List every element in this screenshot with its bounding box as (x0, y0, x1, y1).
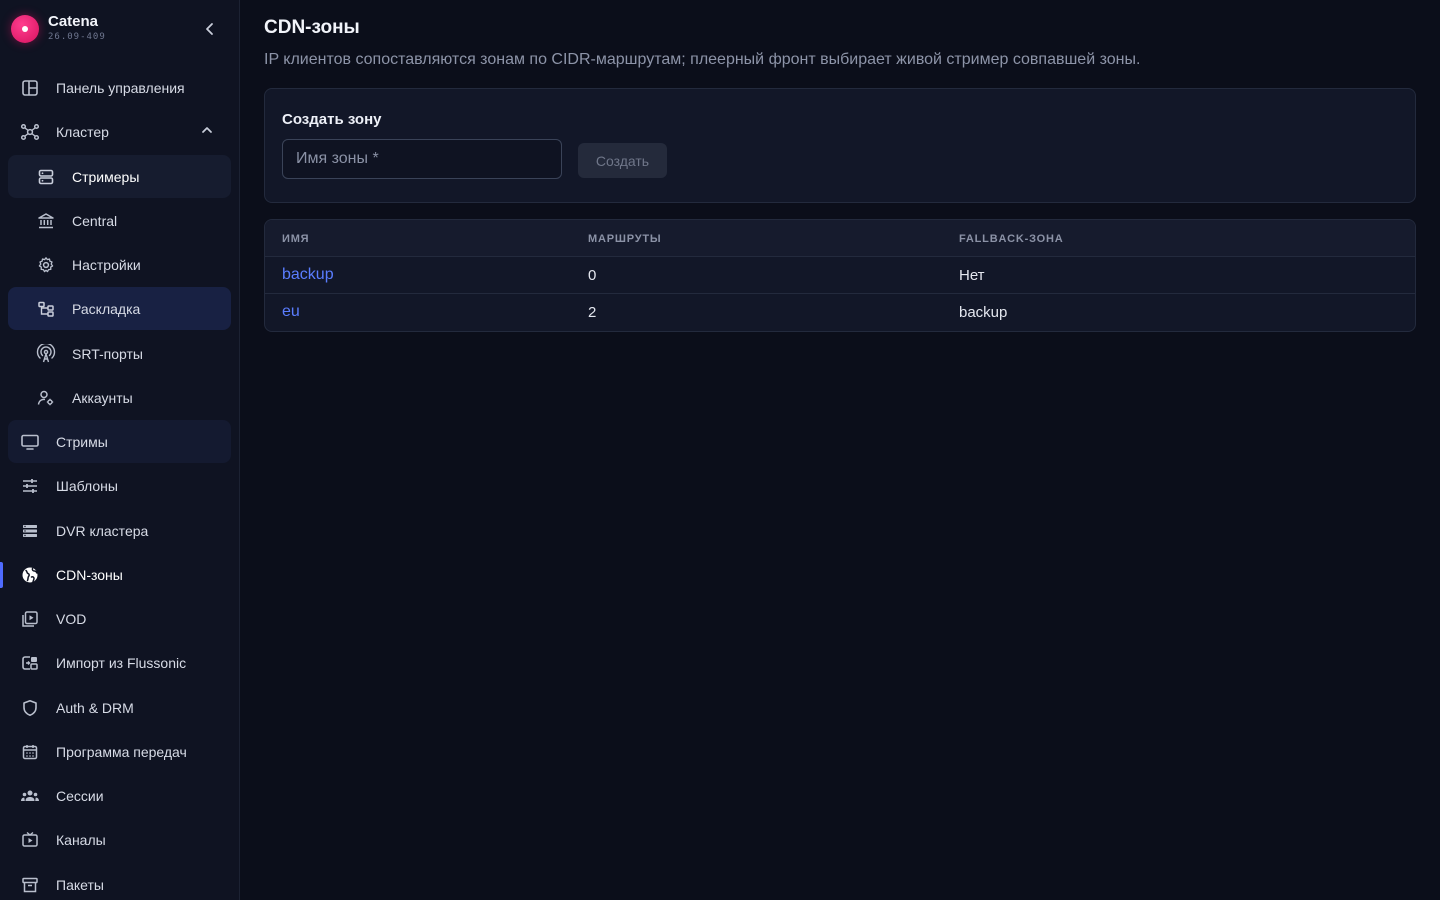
zone-routes-count: 0 (588, 267, 597, 284)
globe-icon (20, 565, 40, 585)
catena-logo-icon (11, 15, 39, 43)
sidebar-item-label: Программа передач (56, 743, 187, 760)
chevron-left-icon (206, 23, 213, 35)
chevron-up-icon (200, 123, 214, 137)
create-zone-title: Создать зону (282, 111, 382, 128)
sidebar-item-label: Стримеры (72, 168, 140, 185)
bank-icon (36, 211, 56, 231)
sidebar-item-sessions[interactable]: Сессии (8, 774, 231, 817)
hierarchy-icon (36, 299, 56, 319)
sidebar-item-label: DVR кластера (56, 522, 149, 539)
sidebar-item-packages[interactable]: Пакеты (8, 863, 231, 900)
sidebar-item-label: Аккаунты (72, 389, 133, 406)
zone-name-input[interactable] (282, 139, 562, 179)
sidebar-item-cluster[interactable]: Кластер (8, 110, 231, 153)
tv-play-icon (20, 830, 40, 850)
sidebar-item-label: SRT-порты (72, 345, 143, 362)
sidebar-item-cdn-zones[interactable]: CDN-зоны (8, 553, 231, 596)
sidebar-item-accounts[interactable]: Аккаунты (8, 376, 231, 419)
sidebar-item-channels[interactable]: Каналы (8, 818, 231, 861)
sidebar-item-central[interactable]: Central (8, 199, 231, 242)
sidebar-item-srt-ports[interactable]: SRT-порты (8, 332, 231, 375)
antenna-icon (36, 344, 56, 364)
sidebar-item-settings[interactable]: Настройки (8, 243, 231, 286)
sidebar-item-streams[interactable]: Стримы (8, 420, 231, 463)
zone-fallback: backup (959, 304, 1008, 321)
sidebar-item-label: VOD (56, 610, 87, 627)
sidebar-item-label: Кластер (56, 123, 109, 140)
brand: Catena 26.09-409 (0, 0, 239, 58)
sidebar-item-label: Раскладка (72, 300, 141, 317)
sidebar-item-label: Импорт из Flussonic (56, 654, 187, 671)
server-icon (36, 167, 56, 187)
brand-name: Catena (48, 13, 99, 30)
sidebar-item-import[interactable]: Импорт из Flussonic (8, 641, 231, 684)
sidebar-item-templates[interactable]: Шаблоны (8, 464, 231, 507)
archive-box-icon (20, 875, 40, 895)
sidebar-item-label: CDN-зоны (56, 566, 123, 583)
sidebar-item-auth-drm[interactable]: Auth & DRM (8, 686, 231, 729)
brand-version: 26.09-409 (48, 32, 106, 42)
sidebar-item-dashboard[interactable]: Панель управления (8, 66, 231, 109)
sidebar-item-label: Настройки (72, 256, 141, 273)
active-indicator (0, 562, 3, 588)
column-header-fallback[interactable]: FALLBACK-ЗОНА (959, 233, 1064, 245)
table-row[interactable]: backup 0 Нет (265, 257, 1415, 294)
gear-icon (36, 255, 56, 275)
import-icon (20, 653, 40, 673)
page-title: CDN-зоны (264, 17, 360, 38)
sidebar-item-dvr[interactable]: DVR кластера (8, 509, 231, 552)
sidebar-item-label: Central (72, 212, 118, 229)
sidebar-item-label: Каналы (56, 831, 106, 848)
sidebar-item-label: Сессии (56, 787, 104, 804)
table-header: ИМЯ МАРШРУТЫ FALLBACK-ЗОНА (265, 220, 1415, 257)
sidebar-item-label: Auth & DRM (56, 699, 134, 716)
video-library-icon (20, 609, 40, 629)
dashboard-icon (20, 78, 40, 98)
sliders-icon (20, 476, 40, 496)
sidebar-item-layout[interactable]: Раскладка (8, 287, 231, 330)
page-description: IP клиентов сопоставляются зонам по CIDR… (264, 51, 1141, 68)
column-header-routes[interactable]: МАРШРУТЫ (588, 233, 661, 245)
zone-name-link[interactable]: eu (282, 303, 300, 321)
sidebar: Catena 26.09-409 Панель управления Класт… (0, 0, 240, 900)
zones-table: ИМЯ МАРШРУТЫ FALLBACK-ЗОНА backup 0 Нет … (264, 219, 1416, 332)
sidebar-item-epg[interactable]: Программа передач (8, 730, 231, 773)
column-header-name[interactable]: ИМЯ (282, 233, 309, 245)
sidebar-item-label: Панель управления (56, 79, 185, 96)
sidebar-item-streamers[interactable]: Стримеры (8, 155, 231, 198)
user-settings-icon (36, 388, 56, 408)
create-zone-card: Создать зону Создать (264, 88, 1416, 203)
sidebar-item-label: Шаблоны (56, 477, 118, 494)
storage-list-icon (20, 521, 40, 541)
create-zone-button[interactable]: Создать (578, 143, 667, 178)
collapse-sidebar-button[interactable] (198, 17, 222, 41)
zone-fallback: Нет (959, 267, 985, 284)
table-row[interactable]: eu 2 backup (265, 294, 1415, 331)
sidebar-item-label: Стримы (56, 433, 108, 450)
zone-name-link[interactable]: backup (282, 266, 334, 284)
calendar-icon (20, 742, 40, 762)
monitor-icon (20, 432, 40, 452)
users-group-icon (20, 786, 40, 806)
cluster-icon (20, 122, 40, 142)
sidebar-item-label: Пакеты (56, 876, 104, 893)
zone-routes-count: 2 (588, 304, 597, 321)
shield-icon (20, 698, 40, 718)
sidebar-item-vod[interactable]: VOD (8, 597, 231, 640)
